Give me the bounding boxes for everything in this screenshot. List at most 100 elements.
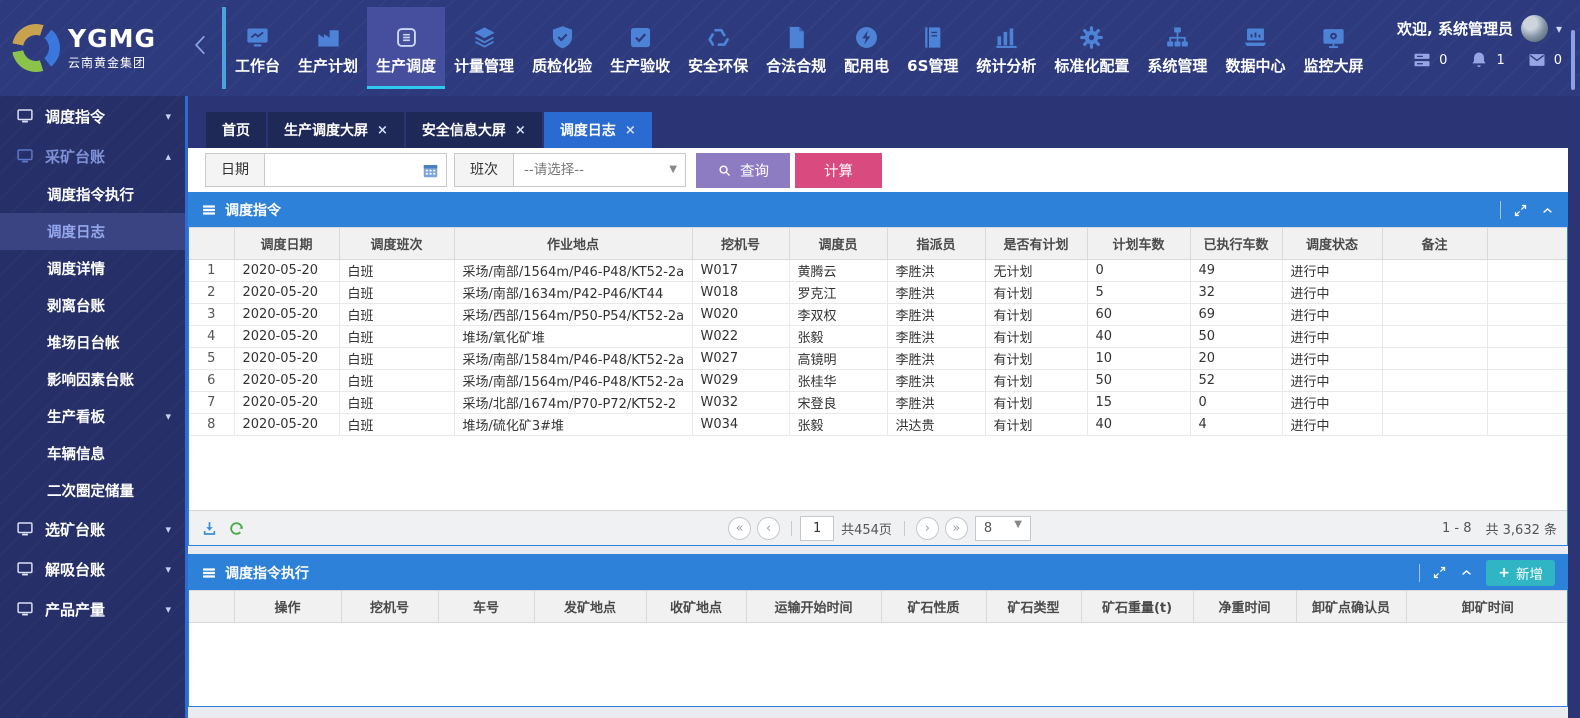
shift-select[interactable]: --请选择-- ▼	[514, 153, 686, 187]
tab-3[interactable]: 调度日志×	[544, 112, 652, 148]
cell: W020	[692, 304, 789, 326]
column-header: 矿石类型	[986, 591, 1081, 623]
divider	[1419, 564, 1420, 582]
tab-close-icon[interactable]: ×	[377, 124, 388, 137]
column-header: 矿石重量(t)	[1081, 591, 1193, 623]
welcome-text: 欢迎, 系统管理员	[1397, 18, 1513, 39]
calc-button[interactable]: 计算	[795, 153, 882, 188]
nav-item-workbench[interactable]: 工作台	[226, 7, 289, 89]
column-header: 已执行车数	[1190, 228, 1282, 260]
cell: 3	[189, 304, 234, 326]
sidebar-group-3[interactable]: 解吸台账▾	[0, 549, 185, 589]
table-row[interactable]: 32020-05-20白班采场/西部/1564m/P50-P54/KT52-2a…	[189, 304, 1567, 326]
nav-item-6s[interactable]: 6S管理	[898, 7, 967, 89]
avatar[interactable]	[1521, 15, 1548, 42]
column-header	[189, 228, 234, 260]
nav-item-production-dispatch[interactable]: 生产调度	[367, 7, 445, 89]
dispatch-panel: 调度指令 调度日期调度班次作业地点挖机号调度员指派员是否有计划计划车数已执行车数…	[188, 192, 1568, 546]
select-caret-icon: ▼	[1014, 513, 1022, 536]
table-row[interactable]: 22020-05-20白班采场/南部/1634m/P42-P46/KT44W01…	[189, 282, 1567, 304]
collapse-panel-icon[interactable]	[1540, 203, 1555, 218]
nav-item-quality[interactable]: 质检化验	[523, 7, 601, 89]
tab-1[interactable]: 生产调度大屏×	[268, 112, 404, 148]
nav-item-system[interactable]: 系统管理	[1138, 7, 1216, 89]
cell: 2020-05-20	[234, 282, 339, 304]
sidebar-item-1-8[interactable]: 二次圈定储量	[0, 472, 185, 509]
nav-item-metering[interactable]: 计量管理	[445, 7, 523, 89]
bigscreen-icon	[1320, 24, 1347, 51]
sidebar-item-1-5[interactable]: 影响因素台账	[0, 361, 185, 398]
sidebar-item-1-6[interactable]: 生产看板▾	[0, 398, 185, 435]
nav-item-power[interactable]: 配用电	[835, 7, 898, 89]
nav-item-production-plan[interactable]: 生产计划	[289, 7, 367, 89]
notification-count: 0	[1554, 53, 1562, 68]
tab-close-icon[interactable]: ×	[625, 124, 636, 137]
nav-item-safety[interactable]: 安全环保	[679, 7, 757, 89]
brand-abbr: YGMG	[68, 26, 156, 51]
nav-item-stats[interactable]: 统计分析	[967, 7, 1045, 89]
table-row[interactable]: 12020-05-20白班采场/南部/1564m/P46-P48/KT52-2a…	[189, 260, 1567, 282]
cell	[1487, 370, 1567, 392]
table-row[interactable]: 52020-05-20白班采场/南部/1584m/P46-P48/KT52-2a…	[189, 348, 1567, 370]
notification-mail[interactable]: 0	[1527, 50, 1562, 70]
prev-page-button[interactable]: ‹	[757, 517, 780, 540]
refresh-icon[interactable]	[228, 520, 245, 537]
date-input[interactable]	[265, 153, 447, 187]
nav-item-compliance[interactable]: 合法合规	[757, 7, 835, 89]
sidebar-item-1-4[interactable]: 堆场日台帐	[0, 324, 185, 361]
tab-0[interactable]: 首页	[206, 112, 266, 148]
cell: 采场/西部/1564m/P50-P54/KT52-2a	[454, 304, 692, 326]
last-page-button[interactable]: »	[945, 517, 968, 540]
sidebar-item-1-7[interactable]: 车辆信息	[0, 435, 185, 472]
sidebar: 调度指令▾采矿台账▴调度指令执行调度日志调度详情剥离台账堆场日台帐影响因素台账生…	[0, 96, 185, 718]
user-menu-caret-icon[interactable]: ▾	[1556, 22, 1562, 36]
tab-close-icon[interactable]: ×	[515, 124, 526, 137]
cell: 洪达贵	[887, 414, 985, 436]
export-icon[interactable]	[201, 520, 218, 537]
compliance-icon	[783, 24, 810, 51]
cell: 张桂华	[789, 370, 887, 392]
total-pages-label: 共454页	[841, 519, 892, 538]
scrollbar-thumb[interactable]	[1571, 30, 1575, 90]
cell: 李胜洪	[887, 260, 985, 282]
add-button[interactable]: + 新增	[1486, 560, 1555, 586]
query-button[interactable]: 查询	[696, 153, 790, 188]
sidebar-group-1[interactable]: 采矿台账▴	[0, 136, 185, 176]
expand-icon[interactable]	[1432, 565, 1447, 580]
nav-item-bigscreen[interactable]: 监控大屏	[1294, 7, 1372, 89]
cell: 白班	[339, 414, 454, 436]
sidebar-group-4[interactable]: 产品产量▾	[0, 589, 185, 629]
calendar-icon[interactable]	[421, 161, 440, 180]
production-plan-icon	[315, 24, 342, 51]
notification-bell[interactable]: 1	[1469, 50, 1504, 70]
page-size-select[interactable]: 8 ▼	[975, 516, 1031, 541]
expand-icon[interactable]	[1513, 203, 1528, 218]
next-page-button[interactable]: ›	[916, 517, 939, 540]
top-nav: 工作台生产计划生产调度计量管理质检化验生产验收安全环保合法合规配用电6S管理统计…	[222, 7, 1372, 89]
table-row[interactable]: 62020-05-20白班采场/南部/1564m/P46-P48/KT52-2a…	[189, 370, 1567, 392]
cell: W018	[692, 282, 789, 304]
sidebar-item-1-3[interactable]: 剥离台账	[0, 287, 185, 324]
table-row[interactable]: 42020-05-20白班堆场/氧化矿堆W022张毅李胜洪有计划4050进行中	[189, 326, 1567, 348]
sidebar-item-1-0[interactable]: 调度指令执行	[0, 176, 185, 213]
nav-item-acceptance[interactable]: 生产验收	[601, 7, 679, 89]
cell: 高镜明	[789, 348, 887, 370]
page-number-input[interactable]	[800, 516, 834, 541]
nav-item-label: 工作台	[235, 55, 280, 76]
table-row[interactable]: 72020-05-20白班采场/北部/1674m/P70-P72/KT52-2W…	[189, 392, 1567, 414]
collapse-panel-icon[interactable]	[1459, 565, 1474, 580]
cell	[1487, 282, 1567, 304]
tab-2[interactable]: 安全信息大屏×	[406, 112, 542, 148]
sidebar-group-2[interactable]: 选矿台账▾	[0, 509, 185, 549]
sidebar-collapse-icon[interactable]	[188, 32, 214, 62]
sidebar-group-0[interactable]: 调度指令▾	[0, 96, 185, 136]
sidebar-item-1-1[interactable]: 调度日志	[0, 213, 185, 250]
nav-item-datacenter[interactable]: 数据中心	[1216, 7, 1294, 89]
cell: 7	[189, 392, 234, 414]
sidebar-item-1-2[interactable]: 调度详情	[0, 250, 185, 287]
first-page-button[interactable]: «	[728, 517, 751, 540]
cell	[1382, 260, 1487, 282]
nav-item-standard-config[interactable]: 标准化配置	[1045, 7, 1138, 89]
table-row[interactable]: 82020-05-20白班堆场/硫化矿3#堆W034张毅洪达贵有计划404进行中	[189, 414, 1567, 436]
notification-server[interactable]: 0	[1412, 50, 1447, 70]
